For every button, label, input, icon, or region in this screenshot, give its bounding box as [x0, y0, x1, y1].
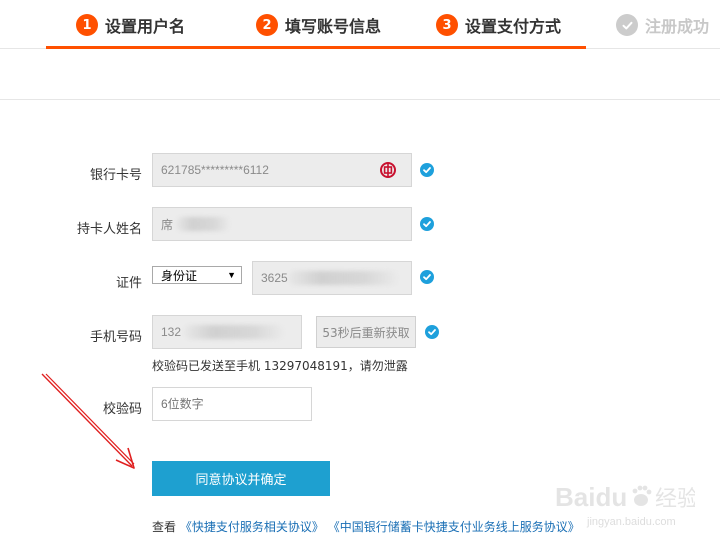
resend-code-button[interactable]: 53秒后重新获取	[316, 316, 416, 348]
steps-progress-line	[46, 46, 586, 49]
agreement-prefix: 查看	[152, 520, 177, 534]
watermark-brand: Baidu	[555, 482, 627, 512]
id-label: 证件	[115, 276, 142, 291]
step-label: 注册成功	[645, 17, 710, 36]
card-number-label: 银行卡号	[89, 168, 142, 183]
check-circle-icon	[420, 163, 434, 177]
redaction-blur	[184, 325, 284, 339]
step-label: 设置支付方式	[465, 17, 562, 36]
quick-pay-agreement-link[interactable]: 《快捷支付服务相关协议》	[180, 520, 324, 534]
card-number-value: 621785*********6112	[161, 163, 269, 177]
registration-steps: 1 设置用户名 2 填写账号信息 3 设置支付方式 注册成功	[0, 0, 720, 49]
phone-value: 132	[161, 325, 182, 339]
step-number-badge: 1	[76, 14, 98, 36]
bank-of-china-icon	[380, 162, 396, 182]
agreement-line: 查看 《快捷支付服务相关协议》 《中国银行储蓄卡快捷支付业务线上服务协议》	[152, 518, 580, 535]
step-label: 填写账号信息	[285, 17, 382, 36]
watermark-subtext: jingyan.baidu.com	[587, 516, 676, 528]
step-label: 设置用户名	[105, 17, 186, 36]
check-circle-icon	[425, 325, 439, 339]
verification-code-input[interactable]	[152, 387, 312, 421]
step-1: 1 设置用户名	[76, 12, 185, 38]
redaction-blur	[176, 217, 230, 231]
check-circle-icon	[616, 14, 638, 36]
check-circle-icon	[420, 217, 434, 231]
redaction-blur	[288, 271, 398, 285]
baidu-watermark: Baidu 经验 jingyan.baidu.com	[555, 480, 699, 528]
phone-label: 手机号码	[89, 330, 142, 345]
id-number-value: 3625	[261, 271, 288, 285]
check-circle-icon	[420, 270, 434, 284]
cardholder-label: 持卡人姓名	[76, 222, 142, 237]
baidu-logo-icon: Baidu 经验	[555, 482, 699, 512]
annotation-arrow-icon	[41, 373, 135, 469]
cardholder-value: 席	[161, 217, 174, 232]
step-4: 注册成功	[616, 12, 709, 38]
step-3: 3 设置支付方式	[436, 12, 561, 38]
code-sent-note: 校验码已发送至手机 13297048191，请勿泄露	[152, 359, 408, 373]
id-type-value: 身份证	[161, 268, 198, 283]
dropdown-triangle-icon: ▼	[227, 270, 236, 280]
agree-and-confirm-button[interactable]: 同意协议并确定	[152, 461, 330, 496]
step-number-badge: 3	[436, 14, 458, 36]
step-2: 2 填写账号信息	[256, 12, 381, 38]
step-number-badge: 2	[256, 14, 278, 36]
section-divider	[0, 99, 720, 100]
card-number-field[interactable]: 621785*********6112	[152, 153, 412, 187]
watermark-brand-cn: 经验	[655, 487, 695, 512]
boc-quick-pay-agreement-link[interactable]: 《中国银行储蓄卡快捷支付业务线上服务协议》	[328, 520, 580, 534]
id-type-select[interactable]: 身份证 ▼	[152, 266, 242, 284]
